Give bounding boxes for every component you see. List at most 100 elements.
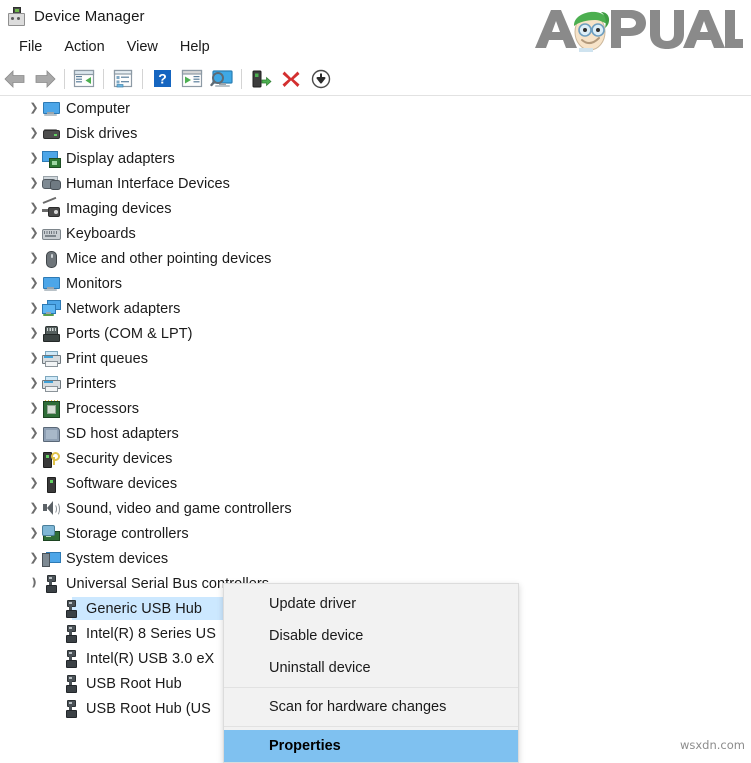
toolbar-separator bbox=[241, 68, 242, 89]
chevron-right-icon[interactable]: ❯ bbox=[26, 178, 42, 189]
chevron-right-icon[interactable]: ❯ bbox=[26, 203, 42, 214]
context-menu-item-uninstall-device[interactable]: Uninstall device bbox=[224, 652, 518, 684]
chevron-right-icon[interactable]: ❯ bbox=[26, 428, 42, 439]
storage-controller-icon bbox=[42, 525, 60, 542]
tree-node-display-adapters[interactable]: ❯ Display adapters bbox=[0, 146, 751, 171]
monitor-icon bbox=[42, 100, 60, 117]
context-menu[interactable]: Update driver Disable device Uninstall d… bbox=[223, 583, 519, 763]
properties-window-icon bbox=[113, 69, 132, 88]
tree-node-disk-drives[interactable]: ❯ Disk drives bbox=[0, 121, 751, 146]
chevron-right-icon[interactable]: ❯ bbox=[26, 378, 42, 389]
up-one-level-button[interactable] bbox=[69, 65, 99, 93]
svg-text:?: ? bbox=[158, 71, 167, 87]
tree-node-label: Generic USB Hub bbox=[86, 600, 202, 617]
chevron-right-icon[interactable]: ❯ bbox=[26, 528, 42, 539]
context-menu-item-disable-device[interactable]: Disable device bbox=[224, 620, 518, 652]
chevron-right-icon[interactable]: ❯ bbox=[26, 453, 42, 464]
tree-node-mice-and-other-pointing-devices[interactable]: ❯ Mice and other pointing devices bbox=[0, 246, 751, 271]
printer-icon bbox=[42, 350, 61, 367]
question-mark-icon: ? bbox=[153, 70, 171, 87]
uninstall-device-button[interactable] bbox=[276, 65, 306, 93]
properties-button[interactable] bbox=[108, 65, 138, 93]
chevron-right-icon[interactable]: ❯ bbox=[26, 128, 42, 139]
tree-node-label: Sound, video and game controllers bbox=[66, 500, 292, 517]
tree-node-label: Processors bbox=[66, 400, 140, 417]
chevron-right-icon[interactable]: ❯ bbox=[26, 328, 42, 339]
tree-node-security-devices[interactable]: ❯ Security devices bbox=[0, 446, 751, 471]
tree-node-computer[interactable]: ❯ Computer bbox=[0, 96, 751, 121]
update-driver-button[interactable] bbox=[246, 65, 276, 93]
show-hide-console-tree-button[interactable] bbox=[177, 65, 207, 93]
chevron-right-icon[interactable]: ❯ bbox=[26, 278, 42, 289]
scan-hardware-changes-button[interactable] bbox=[207, 65, 237, 93]
tree-node-human-interface-devices[interactable]: ❯ Human Interface Devices bbox=[0, 171, 751, 196]
tree-node-processors[interactable]: ❯ Processors bbox=[0, 396, 751, 421]
chevron-right-icon[interactable]: ❯ bbox=[26, 553, 42, 564]
device-update-icon bbox=[252, 70, 272, 87]
tree-node-software-devices[interactable]: ❯ Software devices bbox=[0, 471, 751, 496]
back-button[interactable] bbox=[0, 65, 30, 93]
chevron-right-icon[interactable]: ❯ bbox=[26, 303, 42, 314]
help-button[interactable]: ? bbox=[147, 65, 177, 93]
context-menu-item-properties[interactable]: Properties bbox=[224, 730, 518, 762]
display-adapter-icon bbox=[42, 150, 61, 168]
tree-node-print-queues[interactable]: ❯ Print queues bbox=[0, 346, 751, 371]
device-manager-icon bbox=[6, 6, 26, 26]
keyboard-icon bbox=[42, 225, 61, 242]
chevron-right-icon[interactable]: ❯ bbox=[26, 228, 42, 239]
tree-node-label: System devices bbox=[66, 550, 169, 567]
tree-node-label: Keyboards bbox=[66, 225, 136, 242]
usb-icon bbox=[62, 675, 79, 693]
forward-button[interactable] bbox=[30, 65, 60, 93]
usb-icon bbox=[62, 625, 79, 643]
disable-device-button[interactable] bbox=[306, 65, 336, 93]
chevron-right-icon[interactable]: ❯ bbox=[26, 353, 42, 364]
chevron-down-icon[interactable]: ❫ bbox=[26, 578, 42, 589]
back-arrow-icon bbox=[4, 69, 25, 88]
menu-item-help[interactable]: Help bbox=[169, 36, 221, 58]
chevron-right-icon[interactable]: ❯ bbox=[26, 478, 42, 489]
tree-node-monitors[interactable]: ❯ Monitors bbox=[0, 271, 751, 296]
tree-node-label: USB Root Hub (US bbox=[86, 700, 211, 717]
window-play-icon bbox=[181, 69, 203, 88]
window-title: Device Manager bbox=[34, 7, 145, 25]
tree-node-printers[interactable]: ❯ Printers bbox=[0, 371, 751, 396]
tree-node-sd-host-adapters[interactable]: ❯ SD host adapters bbox=[0, 421, 751, 446]
usb-icon bbox=[42, 575, 59, 593]
imaging-device-icon bbox=[42, 196, 60, 217]
context-menu-item-scan-for-hardware-changes[interactable]: Scan for hardware changes bbox=[224, 691, 518, 723]
usb-icon bbox=[62, 650, 79, 668]
usb-icon bbox=[62, 600, 79, 618]
chevron-right-icon[interactable]: ❯ bbox=[26, 253, 42, 264]
tree-node-label: Monitors bbox=[66, 275, 122, 292]
tree-node-imaging-devices[interactable]: ❯ Imaging devices bbox=[0, 196, 751, 221]
context-menu-item-update-driver[interactable]: Update driver bbox=[224, 588, 518, 620]
tree-node-keyboards[interactable]: ❯ Keyboards bbox=[0, 221, 751, 246]
chevron-right-icon[interactable]: ❯ bbox=[26, 403, 42, 414]
menu-item-action[interactable]: Action bbox=[53, 36, 115, 58]
security-device-icon bbox=[42, 450, 60, 468]
monitor-magnifier-icon bbox=[210, 69, 233, 87]
tree-node-system-devices[interactable]: ❯ System devices bbox=[0, 546, 751, 571]
speaker-icon bbox=[42, 500, 60, 517]
chevron-right-icon[interactable]: ❯ bbox=[26, 503, 42, 514]
menu-item-file[interactable]: File bbox=[8, 36, 53, 58]
gamepad-icon bbox=[42, 175, 61, 192]
tree-node-sound-video-and-game-controllers[interactable]: ❯ Sound, video and game controllers bbox=[0, 496, 751, 521]
tree-node-ports-com-and-lpt[interactable]: ❯ Ports (COM & LPT) bbox=[0, 321, 751, 346]
tree-node-label: Network adapters bbox=[66, 300, 181, 317]
context-menu-separator bbox=[224, 726, 518, 727]
red-x-icon bbox=[282, 71, 300, 87]
menu-item-view[interactable]: View bbox=[116, 36, 169, 58]
tree-node-label: Computer bbox=[66, 100, 131, 117]
tree-node-storage-controllers[interactable]: ❯ Storage controllers bbox=[0, 521, 751, 546]
tree-node-network-adapters[interactable]: ❯ Network adapters bbox=[0, 296, 751, 321]
disk-drive-icon bbox=[42, 125, 60, 142]
usb-icon bbox=[62, 700, 79, 718]
tree-node-label: Printers bbox=[66, 375, 117, 392]
chevron-right-icon[interactable]: ❯ bbox=[26, 103, 42, 114]
toolbar-separator bbox=[64, 68, 65, 89]
network-adapter-icon bbox=[42, 300, 61, 317]
tree-node-label: Software devices bbox=[66, 475, 178, 492]
chevron-right-icon[interactable]: ❯ bbox=[26, 153, 42, 164]
